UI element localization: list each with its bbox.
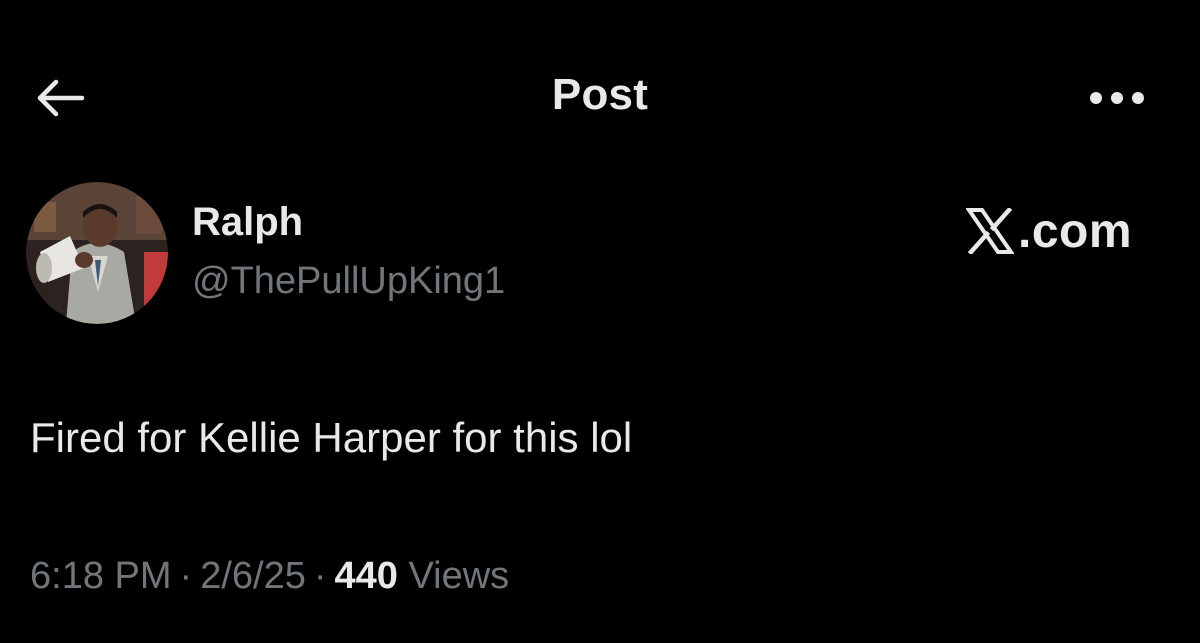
avatar[interactable] xyxy=(26,182,168,324)
more-horizontal-icon xyxy=(1090,92,1144,104)
top-navigation-bar: Post xyxy=(0,0,1200,190)
x-logo-icon xyxy=(966,208,1014,254)
meta-separator: · xyxy=(313,555,327,597)
brand-watermark: .com xyxy=(966,202,1132,260)
brand-text: .com xyxy=(1018,204,1133,258)
avatar-photo xyxy=(26,182,168,324)
author-handle[interactable]: @ThePullUpKing1 xyxy=(192,260,505,303)
views-count[interactable]: 440 xyxy=(335,555,398,597)
page-title: Post xyxy=(551,70,649,119)
post-metadata: 6:18 PM · 2/6/25 · 440 Views xyxy=(30,555,509,598)
post-text: Fired for Kellie Harper for this lol xyxy=(30,414,633,461)
author-name[interactable]: Ralph xyxy=(192,200,303,245)
views-label[interactable]: Views xyxy=(408,555,509,597)
more-options-button[interactable] xyxy=(1082,78,1152,118)
post-date[interactable]: 2/6/25 xyxy=(200,555,306,597)
meta-separator: · xyxy=(179,555,193,597)
post-time[interactable]: 6:18 PM xyxy=(30,555,172,597)
